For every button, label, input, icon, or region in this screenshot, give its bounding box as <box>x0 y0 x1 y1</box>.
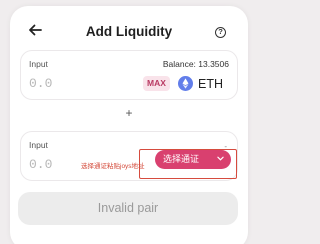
select-token-label: 选择通证 <box>163 154 200 164</box>
add-liquidity-card: Add Liquidity ? Input Balance: 13.3506 0… <box>10 6 248 244</box>
input-b-label: Input <box>29 140 48 150</box>
token-select-a[interactable]: ETH <box>178 75 234 92</box>
input-a-label: Input <box>29 59 48 69</box>
amount-input-a[interactable]: 0.0 <box>29 76 52 91</box>
token-name-a: ETH <box>198 77 223 91</box>
chevron-down-icon <box>217 156 224 161</box>
annotation-text: 选择通证粘贴joys地址 <box>81 163 145 170</box>
amount-input-b[interactable]: 0.0 <box>29 157 52 172</box>
submit-button[interactable]: Invalid pair <box>18 192 238 225</box>
balance-text: Balance: 13.3506 <box>162 59 229 69</box>
page-title: Add Liquidity <box>85 24 173 39</box>
help-icon[interactable]: ? <box>215 27 226 38</box>
max-button[interactable]: MAX <box>143 76 170 91</box>
input-panel-a: Input Balance: 13.3506 0.0 MAX ETH <box>20 50 238 100</box>
header: Add Liquidity ? <box>10 6 248 56</box>
select-token-button[interactable]: 选择通证 <box>155 150 231 169</box>
plus-icon: + <box>125 106 133 120</box>
ethereum-icon <box>178 76 193 91</box>
